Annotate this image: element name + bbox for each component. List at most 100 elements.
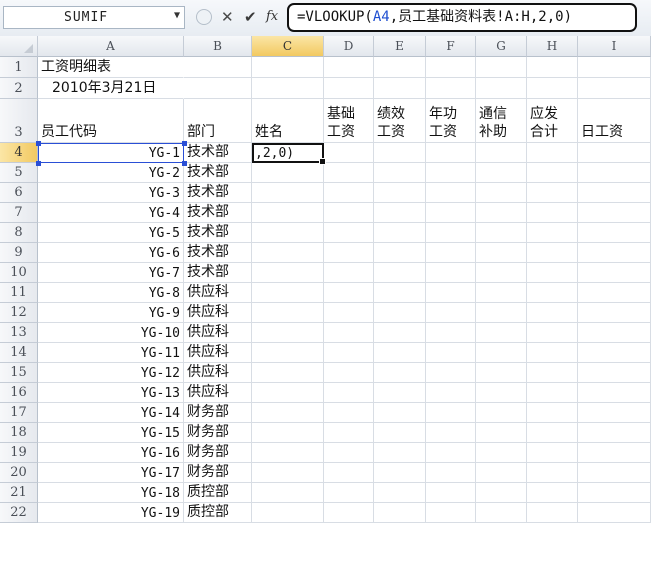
row-header-2[interactable]: 2 [0,78,38,99]
cell-i15[interactable] [578,363,651,383]
cell-h12[interactable] [527,303,578,323]
cell-a10[interactable]: YG-7 [38,263,184,283]
cell-e2[interactable] [374,78,426,99]
cell-i13[interactable] [578,323,651,343]
cell-c15[interactable] [252,363,324,383]
row-header-13[interactable]: 13 [0,323,38,343]
cell-e22[interactable] [374,503,426,523]
cell-e7[interactable] [374,203,426,223]
cell-e3[interactable]: 绩效 工资 [374,99,426,143]
cell-b2[interactable] [184,78,252,99]
cell-b4[interactable]: 技术部 [184,143,252,163]
cell-f8[interactable] [426,223,476,243]
cell-g12[interactable] [476,303,527,323]
cell-h6[interactable] [527,183,578,203]
cell-c20[interactable] [252,463,324,483]
cell-d5[interactable] [324,163,374,183]
cell-h21[interactable] [527,483,578,503]
cell-f1[interactable] [426,57,476,78]
cell-c17[interactable] [252,403,324,423]
cell-f11[interactable] [426,283,476,303]
cell-e20[interactable] [374,463,426,483]
cell-d21[interactable] [324,483,374,503]
cell-d20[interactable] [324,463,374,483]
cell-b8[interactable]: 技术部 [184,223,252,243]
cell-d12[interactable] [324,303,374,323]
row-header-4[interactable]: 4 [0,143,38,163]
insert-function-icon[interactable]: fx [266,7,278,27]
cell-d13[interactable] [324,323,374,343]
cell-c5[interactable] [252,163,324,183]
cell-d10[interactable] [324,263,374,283]
row-header-18[interactable]: 18 [0,423,38,443]
cell-b15[interactable]: 供应科 [184,363,252,383]
cell-g3[interactable]: 通信 补助 [476,99,527,143]
cell-h1[interactable] [527,57,578,78]
cell-e10[interactable] [374,263,426,283]
cell-b18[interactable]: 财务部 [184,423,252,443]
cell-f4[interactable] [426,143,476,163]
cell-c19[interactable] [252,443,324,463]
cell-c1[interactable] [252,57,324,78]
cell-g4[interactable] [476,143,527,163]
cell-i22[interactable] [578,503,651,523]
cell-d14[interactable] [324,343,374,363]
cell-f3[interactable]: 年功 工资 [426,99,476,143]
cell-e4[interactable] [374,143,426,163]
cell-a19[interactable]: YG-16 [38,443,184,463]
cell-h13[interactable] [527,323,578,343]
cell-i11[interactable] [578,283,651,303]
cell-g2[interactable] [476,78,527,99]
select-all-corner[interactable] [0,36,38,57]
row-header-12[interactable]: 12 [0,303,38,323]
cell-i7[interactable] [578,203,651,223]
cell-e11[interactable] [374,283,426,303]
cell-a22[interactable]: YG-19 [38,503,184,523]
cell-h8[interactable] [527,223,578,243]
cell-g7[interactable] [476,203,527,223]
cell-f5[interactable] [426,163,476,183]
cell-a3[interactable]: 员工代码 [38,99,184,143]
cell-f13[interactable] [426,323,476,343]
cell-c18[interactable] [252,423,324,443]
row-header-5[interactable]: 5 [0,163,38,183]
cancel-icon[interactable]: ✕ [221,7,234,27]
cell-c13[interactable] [252,323,324,343]
cell-a14[interactable]: YG-11 [38,343,184,363]
row-header-9[interactable]: 9 [0,243,38,263]
cell-g18[interactable] [476,423,527,443]
cell-e9[interactable] [374,243,426,263]
cell-d3[interactable]: 基础 工资 [324,99,374,143]
cell-c2[interactable] [252,78,324,99]
cell-h14[interactable] [527,343,578,363]
cell-g17[interactable] [476,403,527,423]
cell-i3[interactable]: 日工资 [578,99,651,143]
cell-f18[interactable] [426,423,476,443]
column-header-f[interactable]: F [426,36,476,57]
column-header-b[interactable]: B [184,36,252,57]
cell-e12[interactable] [374,303,426,323]
cell-h9[interactable] [527,243,578,263]
row-header-7[interactable]: 7 [0,203,38,223]
cell-a20[interactable]: YG-17 [38,463,184,483]
cell-a4[interactable]: YG-1 [38,143,184,163]
cell-f10[interactable] [426,263,476,283]
cell-i6[interactable] [578,183,651,203]
cell-e21[interactable] [374,483,426,503]
cell-d9[interactable] [324,243,374,263]
cell-f14[interactable] [426,343,476,363]
cell-a13[interactable]: YG-10 [38,323,184,343]
cell-f20[interactable] [426,463,476,483]
cell-g10[interactable] [476,263,527,283]
cell-a5[interactable]: YG-2 [38,163,184,183]
cell-d16[interactable] [324,383,374,403]
cell-a11[interactable]: YG-8 [38,283,184,303]
cell-i14[interactable] [578,343,651,363]
cell-h5[interactable] [527,163,578,183]
cell-d18[interactable] [324,423,374,443]
cell-d1[interactable] [324,57,374,78]
cell-h19[interactable] [527,443,578,463]
cell-h18[interactable] [527,423,578,443]
row-header-1[interactable]: 1 [0,57,38,78]
cell-e8[interactable] [374,223,426,243]
